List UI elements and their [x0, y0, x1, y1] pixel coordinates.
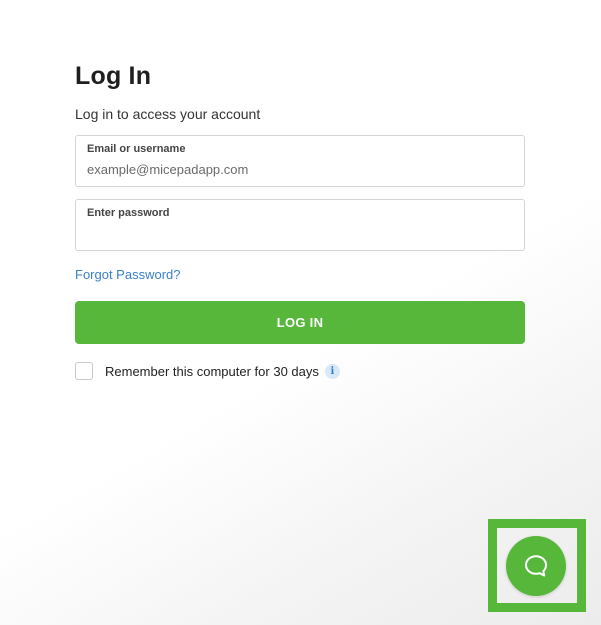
chat-button[interactable]: [506, 536, 566, 596]
remember-checkbox[interactable]: [75, 362, 93, 380]
password-input[interactable]: [87, 226, 507, 241]
login-form: Log In Log in to access your account Ema…: [75, 58, 525, 380]
page-subtitle: Log in to access your account: [75, 106, 261, 122]
forgot-password-link[interactable]: Forgot Password?: [75, 267, 181, 283]
password-field[interactable]: Enter password: [75, 199, 525, 251]
email-input[interactable]: [87, 162, 507, 177]
remember-label: Remember this computer for 30 days: [105, 363, 319, 379]
page-title: Log In: [75, 62, 152, 90]
login-button[interactable]: LOG IN: [75, 301, 525, 344]
password-field-label: Enter password: [87, 207, 170, 219]
info-icon[interactable]: i: [324, 363, 340, 379]
remember-row: Remember this computer for 30 days i: [75, 362, 525, 380]
email-field-label: Email or username: [87, 143, 186, 155]
email-field[interactable]: Email or username: [75, 135, 525, 187]
chat-bubble-icon: [525, 555, 547, 577]
